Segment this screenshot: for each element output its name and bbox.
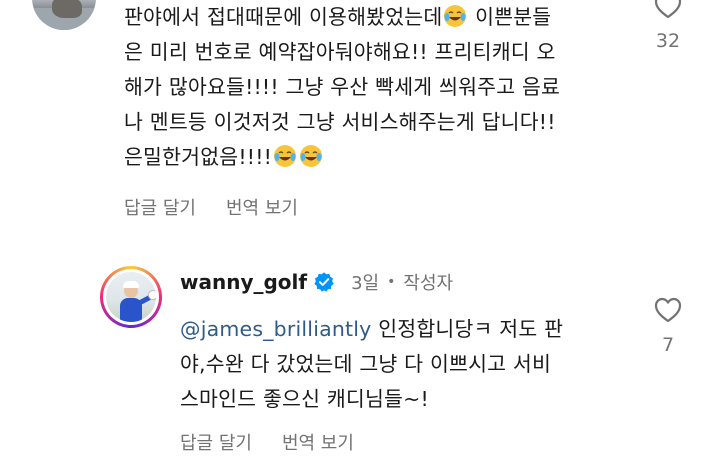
comment-line: 해가 많아요들!!!! 그냥 우산 빡세게 씌워주고 음료 — [124, 75, 561, 99]
comment-actions: 답글 달기 번역 보기 — [124, 194, 328, 220]
username-link[interactable]: wanny_golf — [180, 270, 307, 294]
tears-of-joy-emoji — [274, 145, 297, 167]
comment-line: 나 멘트등 이것저것 그냥 서비스해주는게 답니다!! — [124, 110, 556, 134]
comment-line: 야,수완 다 갔었는데 그냥 다 이쁘시고 서비 — [180, 352, 552, 376]
comment-line: 은밀한거없음!!!! — [124, 145, 273, 169]
see-translation-button[interactable]: 번역 보기 — [226, 198, 298, 219]
comment-text: 판야에서 접대때문에 이용해봤었는데 이쁜분들 은 미리 번호로 예약잡아둬야해… — [124, 0, 560, 175]
separator-dot: • — [387, 274, 396, 290]
comment-time: 3일 — [351, 273, 380, 294]
author-avatar[interactable] — [100, 266, 162, 328]
heart-outline-icon[interactable] — [653, 296, 683, 324]
comment-header: wanny_golf 3일 • 작성자 — [180, 269, 453, 295]
commenter-avatar[interactable] — [32, 0, 96, 30]
like-control: 7 — [646, 296, 690, 356]
comment-line: 이쁜분들 — [475, 5, 552, 29]
like-count: 32 — [655, 30, 681, 52]
comment-line: 스마인드 좋으신 캐디님들~! — [180, 387, 429, 411]
verified-badge-icon — [314, 272, 334, 292]
reply-button[interactable]: 답글 달기 — [180, 433, 252, 454]
like-control: 32 — [646, 0, 690, 52]
heart-outline-icon[interactable] — [653, 0, 683, 20]
comment-actions: 답글 달기 번역 보기 — [180, 429, 384, 455]
tears-of-joy-emoji — [444, 5, 467, 27]
reply-text: @james_brilliantly 인정합니당ㅋ 저도 판 야,수완 다 갔었… — [180, 312, 563, 417]
mention-link[interactable]: @james_brilliantly — [180, 317, 372, 341]
like-count: 7 — [661, 334, 675, 356]
comment-line: 은 미리 번호로 예약잡아둬야해요!! 프리티캐디 오 — [124, 40, 556, 64]
comment-line: 판야에서 접대때문에 이용해봤었는데 — [124, 5, 443, 29]
tears-of-joy-emoji — [300, 145, 323, 167]
reply-button[interactable]: 답글 달기 — [124, 198, 196, 219]
comment-line: 인정합니당ㅋ 저도 판 — [371, 317, 564, 341]
author-badge: 작성자 — [403, 273, 454, 294]
see-translation-button[interactable]: 번역 보기 — [282, 433, 354, 454]
